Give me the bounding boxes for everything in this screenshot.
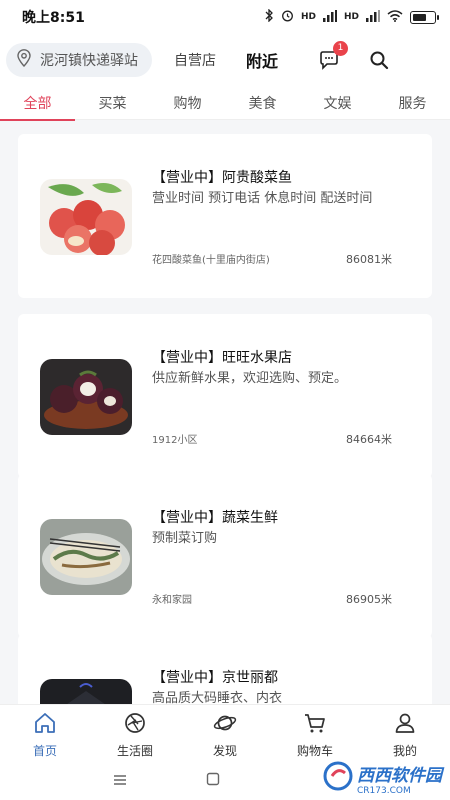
- nav-label: 购物车: [296, 744, 333, 758]
- tab-entertainment[interactable]: 文娱: [300, 86, 375, 120]
- nav-discover[interactable]: 发现: [180, 705, 270, 760]
- shop-name: 【营业中】阿贵酸菜鱼: [152, 170, 292, 186]
- nav-label: 生活圈: [116, 744, 153, 758]
- shop-distance: 86905米: [346, 593, 392, 606]
- alarm-icon: [281, 9, 294, 25]
- menu-icon[interactable]: [112, 771, 128, 790]
- shop-address: 1912小区: [152, 435, 198, 446]
- dish-image: [40, 519, 132, 595]
- watermark: 西西软件园 CR173.COM: [323, 760, 442, 796]
- shop-description: 供应新鲜水果，欢迎选购、预定。: [152, 371, 348, 386]
- search-icon[interactable]: [368, 49, 390, 71]
- mangosteen-image: [40, 359, 132, 435]
- shop-card[interactable]: 【营业中】阿贵酸菜鱼 营业时间 预订电话 休息时间 配送时间 花四酸菜鱼(十里庙…: [18, 134, 432, 298]
- watermark-logo-icon: [323, 761, 353, 796]
- clothing-image: [40, 679, 132, 704]
- status-time: 晚上8:51: [22, 10, 85, 26]
- cart-icon: [303, 711, 327, 739]
- shop-name: 【营业中】蔬菜生鲜: [152, 510, 278, 526]
- aperture-icon: [123, 711, 147, 739]
- signal-bars-icon: [322, 9, 337, 25]
- nav-cart[interactable]: 购物车: [270, 705, 360, 760]
- tab-all[interactable]: 全部: [0, 86, 75, 121]
- location-pin-icon: [16, 49, 32, 71]
- location-label: 泥河镇快递驿站: [40, 53, 138, 69]
- shop-description: 高品质大码睡衣、内衣: [152, 691, 283, 704]
- wifi-icon: [387, 9, 403, 25]
- home-square-icon[interactable]: [206, 771, 220, 790]
- nearby-link[interactable]: 附近: [246, 48, 278, 72]
- signal-hd-2: HD: [343, 12, 359, 22]
- bottom-nav: 首页 生活圈 发现 购物车 我的: [0, 704, 450, 760]
- watermark-site: CR173.COM: [357, 785, 411, 796]
- tab-shopping[interactable]: 购物: [150, 86, 225, 120]
- shop-card[interactable]: 【营业中】京世丽都 高品质大码睡衣、内衣: [18, 634, 432, 704]
- nav-profile[interactable]: 我的: [360, 705, 450, 760]
- nav-label: 我的: [392, 744, 417, 758]
- message-button[interactable]: 1: [318, 41, 349, 71]
- apples-image: [40, 179, 132, 255]
- home-icon: [33, 711, 57, 739]
- status-bar: 晚上8:51 HD HD: [0, 0, 450, 34]
- shop-card[interactable]: 【营业中】蔬菜生鲜 预制菜订购 永和家园 86905米: [18, 474, 432, 638]
- nav-label: 首页: [32, 744, 57, 758]
- shop-name: 【营业中】旺旺水果店: [152, 350, 292, 366]
- planet-icon: [213, 711, 237, 739]
- location-selector[interactable]: 泥河镇快递驿站: [6, 43, 152, 77]
- top-bar: 泥河镇快递驿站 自营店 附近 1: [0, 34, 450, 86]
- shop-distance: 86081米: [346, 253, 392, 266]
- chat-bubble-icon: [318, 51, 340, 75]
- battery-icon: [410, 10, 439, 24]
- tab-food[interactable]: 美食: [225, 86, 300, 120]
- watermark-brand2: 软件园: [391, 765, 442, 786]
- bluetooth-icon: [264, 8, 274, 25]
- tab-groceries[interactable]: 买菜: [75, 86, 150, 120]
- user-icon: [393, 711, 417, 739]
- shop-address: 花四酸菜鱼(十里庙内街店): [152, 255, 270, 266]
- shop-description: 预制菜订购: [152, 531, 218, 546]
- signal-hd-1: HD: [300, 12, 316, 22]
- shop-list: 【营业中】阿贵酸菜鱼 营业时间 预订电话 休息时间 配送时间 花四酸菜鱼(十里庙…: [0, 120, 450, 704]
- watermark-brand: 西西: [357, 765, 391, 786]
- signal-bars-icon-2: [366, 9, 380, 25]
- self-store-link[interactable]: 自营店: [174, 50, 216, 70]
- status-icons: HD HD: [264, 8, 439, 25]
- shop-card[interactable]: 【营业中】旺旺水果店 供应新鲜水果，欢迎选购、预定。 1912小区 84664米: [18, 314, 432, 478]
- shop-name: 【营业中】京世丽都: [152, 670, 278, 686]
- category-tabs: 全部 买菜 购物 美食 文娱 服务: [0, 86, 450, 121]
- nav-home[interactable]: 首页: [0, 705, 90, 760]
- nav-label: 发现: [212, 744, 237, 758]
- shop-address: 永和家园: [152, 595, 192, 606]
- nav-life-circle[interactable]: 生活圈: [90, 705, 180, 760]
- message-badge: 1: [333, 41, 349, 56]
- tab-services[interactable]: 服务: [375, 86, 450, 120]
- shop-description: 营业时间 预订电话 休息时间 配送时间: [152, 191, 373, 206]
- shop-distance: 84664米: [346, 433, 392, 446]
